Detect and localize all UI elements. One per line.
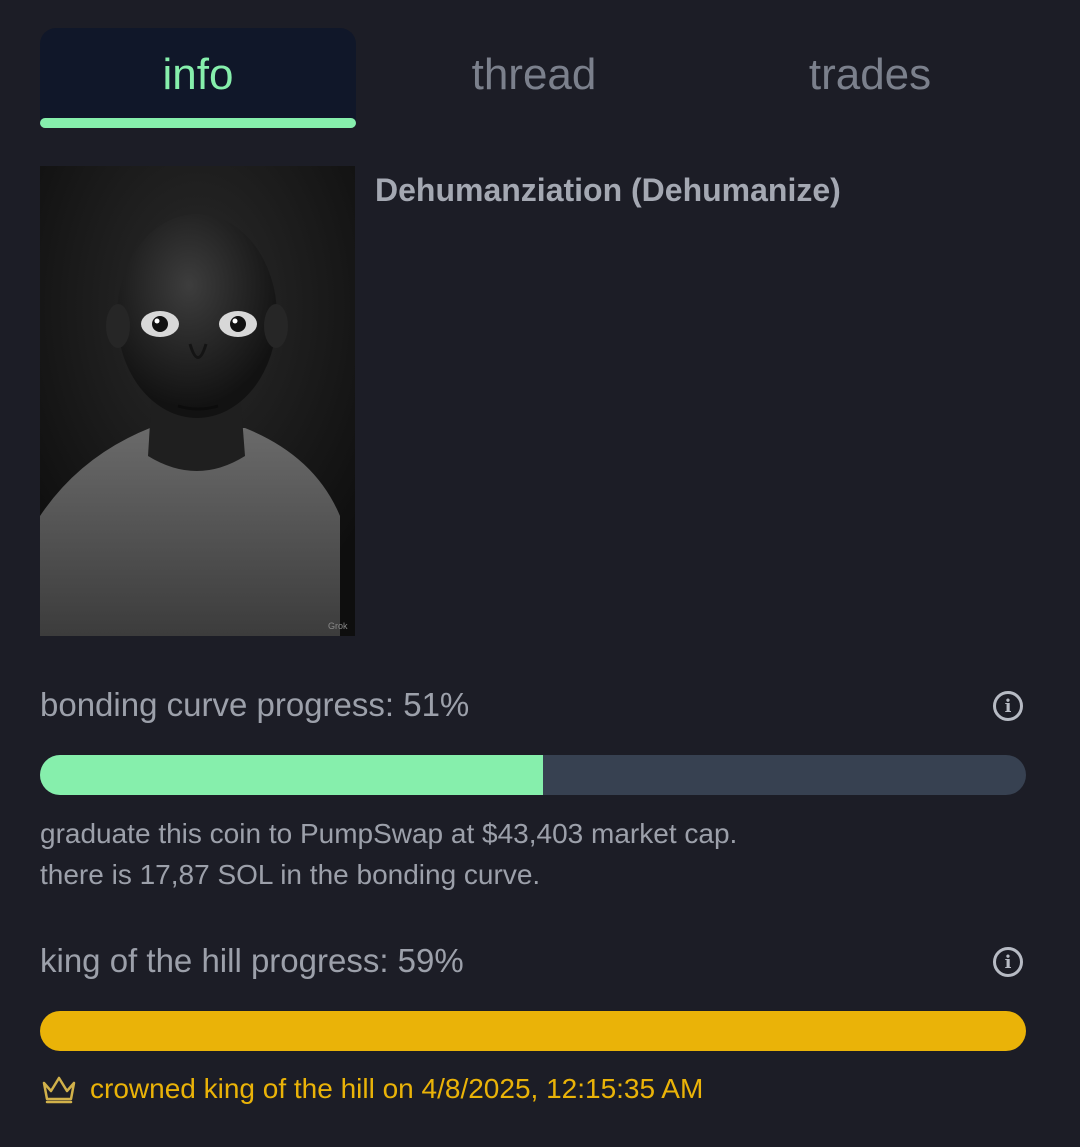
tab-thread-label: thread [471,50,597,99]
graduate-text: graduate this coin to PumpSwap at $43,40… [40,818,738,849]
koth-progress-bar [40,1011,1026,1051]
bonding-curve-info-icon[interactable]: i [993,691,1023,721]
coin-image[interactable]: Grok [40,166,355,636]
tab-thread[interactable]: thread [376,28,692,126]
koth-crowned-text: crowned king of the hill on 4/8/2025, 12… [90,1073,704,1104]
crown-icon [42,1076,76,1104]
bonding-curve-progress-fill [40,755,543,795]
bonding-curve-description: graduate this coin to PumpSwap at $43,40… [40,813,737,895]
coin-info-panel: info thread trades Grok Dehumanziation (… [0,0,1080,1147]
tab-info-label: info [162,50,234,99]
koth-label: king of the hill progress: 59% [40,942,464,979]
coin-portrait-image: Grok [40,166,355,636]
bonding-curve-progress-bar [40,755,1026,795]
image-watermark: Grok [328,621,348,631]
tab-trades[interactable]: trades [712,28,1028,126]
coin-title: Dehumanziation (Dehumanize) [375,172,841,208]
koth-progress-fill [40,1011,1026,1051]
bonding-curve-label: bonding curve progress: 51% [40,686,470,723]
koth-info-icon[interactable]: i [993,947,1023,977]
koth-crowned-row: crowned king of the hill on 4/8/2025, 12… [40,1071,703,1107]
sol-in-curve-text: there is 17,87 SOL in the bonding curve. [40,859,541,890]
tab-bar: info thread trades [40,28,1048,128]
tab-info[interactable]: info [40,28,356,128]
tab-trades-label: trades [808,50,932,99]
